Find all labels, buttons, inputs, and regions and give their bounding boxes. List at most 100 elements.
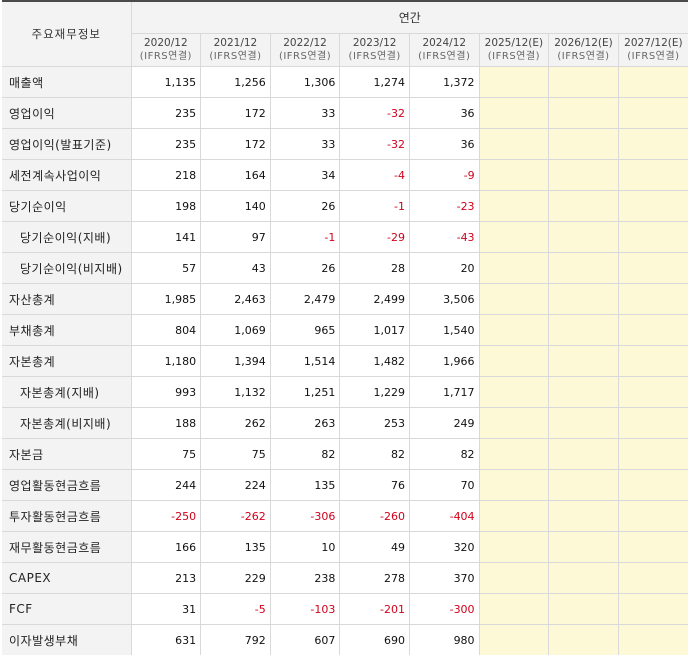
- value-cell: 75: [200, 438, 271, 470]
- value-cell: 993: [131, 376, 202, 408]
- estimate-cell: [548, 407, 619, 439]
- period-basis: (IFRS연결): [418, 51, 471, 62]
- period-header: 2022/12 (IFRS연결): [270, 33, 341, 67]
- value-cell: -4: [339, 159, 410, 191]
- estimate-cell: [618, 314, 688, 346]
- row-label: 자본금: [2, 438, 132, 470]
- value-cell: 172: [200, 128, 271, 160]
- estimate-cell: [618, 128, 688, 160]
- estimate-cell: [479, 624, 550, 655]
- period-year: 2020/12: [144, 37, 188, 49]
- period-basis: (IFRS연결): [139, 51, 192, 62]
- value-cell: 1,372: [409, 66, 480, 98]
- estimate-cell: [548, 159, 619, 191]
- value-cell: 188: [131, 407, 202, 439]
- value-cell: -103: [270, 593, 341, 625]
- estimate-cell: [479, 66, 550, 98]
- estimate-cell: [548, 562, 619, 594]
- estimate-cell: [548, 221, 619, 253]
- value-cell: -262: [200, 500, 271, 532]
- value-cell: 1,017: [339, 314, 410, 346]
- estimate-cell: [479, 407, 550, 439]
- table-row: 자산총계 1,985 2,463 2,479 2,499 3,506: [2, 283, 688, 315]
- row-label: 이자발생부채: [2, 624, 132, 655]
- table-row: 자본총계(비지배) 188 262 263 253 249: [2, 407, 688, 439]
- value-cell: -23: [409, 190, 480, 222]
- row-label: 자산총계: [2, 283, 132, 315]
- estimate-cell: [479, 562, 550, 594]
- value-cell: 28: [339, 252, 410, 284]
- period-year: 2021/12: [213, 37, 258, 49]
- value-cell: 804: [131, 314, 202, 346]
- estimate-cell: [548, 438, 619, 470]
- value-cell: 1,966: [409, 345, 480, 377]
- estimate-cell: [479, 283, 550, 315]
- value-cell: 57: [131, 252, 202, 284]
- estimate-cell: [618, 221, 688, 253]
- value-cell: 1,717: [409, 376, 480, 408]
- estimate-cell: [618, 190, 688, 222]
- table-row: 영업이익 235 172 33 -32 36: [2, 97, 688, 129]
- value-cell: 792: [200, 624, 271, 655]
- period-header: 2024/12 (IFRS연결): [409, 33, 480, 67]
- estimate-cell: [548, 314, 619, 346]
- value-cell: -1: [339, 190, 410, 222]
- table-row: CAPEX 213 229 238 278 370: [2, 562, 688, 594]
- value-cell: 36: [409, 128, 480, 160]
- value-cell: -43: [409, 221, 480, 253]
- value-cell: -260: [339, 500, 410, 532]
- value-cell: 43: [200, 252, 271, 284]
- period-year: 2025/12(E): [484, 37, 544, 49]
- row-label: 자본총계: [2, 345, 132, 377]
- estimate-cell: [548, 190, 619, 222]
- table-row: 영업이익(발표기준) 235 172 33 -32 36: [2, 128, 688, 160]
- value-cell: -201: [339, 593, 410, 625]
- row-label: 영업이익(발표기준): [2, 128, 132, 160]
- value-cell: -404: [409, 500, 480, 532]
- value-cell: 70: [409, 469, 480, 501]
- estimate-cell: [548, 252, 619, 284]
- value-cell: 1,135: [131, 66, 202, 98]
- value-cell: -1: [270, 221, 341, 253]
- value-cell: -250: [131, 500, 202, 532]
- period-header: 2023/12 (IFRS연결): [339, 33, 410, 67]
- table-row: 부채총계 804 1,069 965 1,017 1,540: [2, 314, 688, 346]
- estimate-cell: [618, 531, 688, 563]
- estimate-cell: [479, 128, 550, 160]
- value-cell: 278: [339, 562, 410, 594]
- value-cell: 140: [200, 190, 271, 222]
- value-cell: -29: [339, 221, 410, 253]
- period-header: 2027/12(E) (IFRS연결): [618, 33, 688, 67]
- value-cell: 34: [270, 159, 341, 191]
- table-body: 매출액 1,135 1,256 1,306 1,274 1,372 영업이익 235 172 33…: [2, 66, 688, 655]
- period-basis: (IFRS연결): [278, 51, 332, 62]
- value-cell: 198: [131, 190, 202, 222]
- value-cell: 82: [409, 438, 480, 470]
- row-label: CAPEX: [2, 562, 132, 594]
- value-cell: 1,251: [270, 376, 341, 408]
- estimate-cell: [479, 345, 550, 377]
- value-cell: 1,229: [339, 376, 410, 408]
- value-cell: 82: [270, 438, 341, 470]
- value-cell: 76: [339, 469, 410, 501]
- value-cell: 1,180: [131, 345, 202, 377]
- estimate-cell: [479, 438, 550, 470]
- value-cell: 1,274: [339, 66, 410, 98]
- estimate-cell: [479, 376, 550, 408]
- estimate-cell: [618, 407, 688, 439]
- table-row: 당기순이익(비지배) 57 43 26 28 20: [2, 252, 688, 284]
- row-label: 세전계속사업이익: [2, 159, 132, 191]
- estimate-cell: [548, 345, 619, 377]
- value-cell: 172: [200, 97, 271, 129]
- estimate-cell: [479, 531, 550, 563]
- value-cell: 1,482: [339, 345, 410, 377]
- table-row: 자본총계 1,180 1,394 1,514 1,482 1,966: [2, 345, 688, 377]
- estimate-cell: [618, 624, 688, 655]
- value-cell: 3,506: [409, 283, 480, 315]
- row-label: 투자활동현금흐름: [2, 500, 132, 532]
- estimate-cell: [479, 593, 550, 625]
- annual-group-header: 연간: [131, 1, 688, 34]
- row-label: 당기순이익: [2, 190, 132, 222]
- value-cell: -306: [270, 500, 341, 532]
- value-cell: 2,499: [339, 283, 410, 315]
